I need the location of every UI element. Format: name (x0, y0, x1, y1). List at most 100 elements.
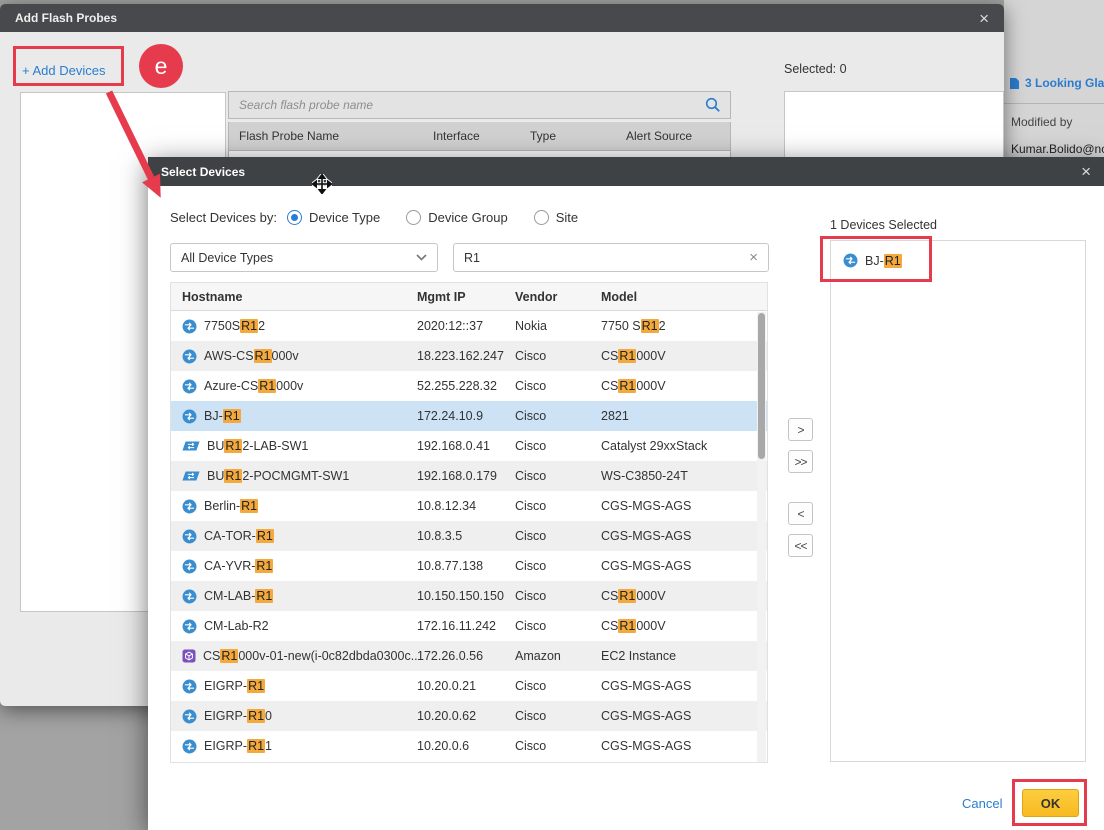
radio-site[interactable]: Site (534, 210, 578, 225)
table-row[interactable]: Azure-CSR1000v52.255.228.32CiscoCSR1000V (171, 371, 767, 401)
mgmt-ip-cell: 10.8.3.5 (417, 529, 515, 543)
move-right-button[interactable]: > (788, 418, 813, 441)
table-row[interactable]: BUR12-LAB-SW1192.168.0.41CiscoCatalyst 2… (171, 431, 767, 461)
add-devices-button[interactable]: + Add Devices (22, 63, 105, 78)
hostname-text: BUR12-POCMGMT-SW1 (207, 469, 349, 483)
router-icon (182, 529, 197, 544)
table-row[interactable]: CSR1000v-01-new(i-0c82dbda0300c...172.26… (171, 641, 767, 671)
model-cell: CSR1000V (601, 379, 767, 393)
device-table-body: 7750SR122020:12::37Nokia7750 SR12AWS-CSR… (171, 311, 767, 761)
cancel-button[interactable]: Cancel (962, 796, 1002, 811)
column-type: Type (530, 129, 556, 143)
mgmt-ip-cell: 10.8.77.138 (417, 559, 515, 573)
table-row[interactable]: CM-Lab-R2172.16.11.242CiscoCSR1000V (171, 611, 767, 641)
scrollbar-thumb[interactable] (758, 313, 765, 459)
router-icon (182, 709, 197, 724)
hostname-cell: CM-LAB-R1 (171, 589, 417, 604)
clear-search-icon[interactable]: × (749, 250, 758, 265)
radio-button-icon[interactable] (406, 210, 421, 225)
model-cell: 7750 SR12 (601, 319, 767, 333)
background-side-panel: 3 Looking Glass Modified by Kumar.Bolido… (1004, 0, 1104, 161)
hostname-cell: CA-YVR-R1 (171, 559, 417, 574)
search-highlight: R1 (618, 349, 636, 363)
table-row[interactable]: 7750SR122020:12::37Nokia7750 SR12 (171, 311, 767, 341)
model-cell: CSR1000V (601, 589, 767, 603)
hostname-cell: BJ-R1 (171, 409, 417, 424)
modified-by-label: Modified by (1011, 115, 1072, 129)
hostname-text: Berlin-R1 (204, 499, 258, 513)
looking-glass-link[interactable]: 3 Looking Glass (1009, 76, 1104, 90)
mgmt-ip-cell: 10.20.0.6 (417, 739, 515, 753)
model-cell: CGS-MGS-AGS (601, 529, 767, 543)
table-row[interactable]: CA-TOR-R110.8.3.5CiscoCGS-MGS-AGS (171, 521, 767, 551)
model-cell: CGS-MGS-AGS (601, 499, 767, 513)
radio-device-type[interactable]: Device Type (287, 210, 380, 225)
column-hostname: Hostname (171, 290, 417, 304)
hostname-cell: CSR1000v-01-new(i-0c82dbda0300c... (171, 649, 417, 663)
search-highlight: R1 (884, 254, 902, 268)
radio-label: Site (556, 210, 578, 225)
table-row[interactable]: BJ-R1172.24.10.9Cisco2821 (171, 401, 767, 431)
search-highlight: R1 (247, 739, 265, 753)
vendor-cell: Cisco (515, 409, 601, 423)
scrollbar-track (757, 312, 766, 762)
hostname-text: EIGRP-R11 (204, 739, 272, 753)
model-cell: Catalyst 29xxStack (601, 439, 767, 453)
radio-button-icon[interactable] (287, 210, 302, 225)
hostname-text: CSR1000v-01-new(i-0c82dbda0300c... (203, 649, 417, 663)
radio-button-icon[interactable] (534, 210, 549, 225)
move-left-button[interactable]: < (788, 502, 813, 525)
router-icon (182, 349, 197, 364)
screen: 3 Looking Glass Modified by Kumar.Bolido… (0, 0, 1104, 830)
radio-device-group[interactable]: Device Group (406, 210, 507, 225)
hostname-cell: Berlin-R1 (171, 499, 417, 514)
table-row[interactable]: EIGRP-R1010.20.0.62CiscoCGS-MGS-AGS (171, 701, 767, 731)
close-icon[interactable]: × (1081, 163, 1091, 180)
column-interface: Interface (433, 129, 480, 143)
search-highlight: R1 (220, 649, 238, 663)
close-icon[interactable]: × (979, 10, 989, 27)
router-icon (182, 679, 197, 694)
move-all-right-button[interactable]: >> (788, 450, 813, 473)
table-row[interactable]: EIGRP-R110.20.0.21CiscoCGS-MGS-AGS (171, 671, 767, 701)
hostname-cell: EIGRP-R11 (171, 739, 417, 754)
modified-by-value: Kumar.Bolido@nc (1011, 142, 1104, 156)
mgmt-ip-cell: 10.8.12.34 (417, 499, 515, 513)
model-cell: WS-C3850-24T (601, 469, 767, 483)
mgmt-ip-cell: 172.26.0.56 (417, 649, 515, 663)
hostname-text: CA-TOR-R1 (204, 529, 274, 543)
looking-glass-icon (1009, 77, 1020, 90)
devices-selected-count: 1 Devices Selected (830, 218, 937, 232)
move-all-left-button[interactable]: << (788, 534, 813, 557)
search-highlight: R1 (240, 319, 258, 333)
vendor-cell: Cisco (515, 679, 601, 693)
hostname-text: CA-YVR-R1 (204, 559, 273, 573)
search-highlight: R1 (224, 469, 242, 483)
search-highlight: R1 (618, 619, 636, 633)
device-search-input[interactable]: R1 × (453, 243, 769, 272)
column-mgmt-ip: Mgmt IP (417, 290, 515, 304)
looking-glass-label: 3 Looking Glass (1025, 76, 1104, 90)
mgmt-ip-cell: 18.223.162.247 (417, 349, 515, 363)
table-row[interactable]: Berlin-R110.8.12.34CiscoCGS-MGS-AGS (171, 491, 767, 521)
search-highlight: R1 (618, 379, 636, 393)
table-row[interactable]: CA-YVR-R110.8.77.138CiscoCGS-MGS-AGS (171, 551, 767, 581)
search-highlight: R1 (255, 589, 273, 603)
search-highlight: R1 (255, 559, 273, 573)
ok-button[interactable]: OK (1022, 789, 1079, 817)
select-devices-titlebar[interactable]: Select Devices × (148, 157, 1104, 186)
router-icon (182, 319, 197, 334)
selected-device-item[interactable]: BJ-R1 (831, 246, 1085, 275)
model-cell: CGS-MGS-AGS (601, 559, 767, 573)
table-row[interactable]: EIGRP-R1110.20.0.6CiscoCGS-MGS-AGS (171, 731, 767, 761)
router-icon (182, 739, 197, 754)
table-row[interactable]: AWS-CSR1000v18.223.162.247CiscoCSR1000V (171, 341, 767, 371)
table-row[interactable]: BUR12-POCMGMT-SW1192.168.0.179CiscoWS-C3… (171, 461, 767, 491)
hostname-cell: BUR12-LAB-SW1 (171, 439, 417, 453)
hostname-cell: EIGRP-R10 (171, 709, 417, 724)
mgmt-ip-cell: 52.255.228.32 (417, 379, 515, 393)
device-type-dropdown[interactable]: All Device Types (170, 243, 438, 272)
table-row[interactable]: CM-LAB-R110.150.150.150CiscoCSR1000V (171, 581, 767, 611)
mgmt-ip-cell: 10.20.0.62 (417, 709, 515, 723)
probe-search-field[interactable]: Search flash probe name (228, 91, 731, 119)
